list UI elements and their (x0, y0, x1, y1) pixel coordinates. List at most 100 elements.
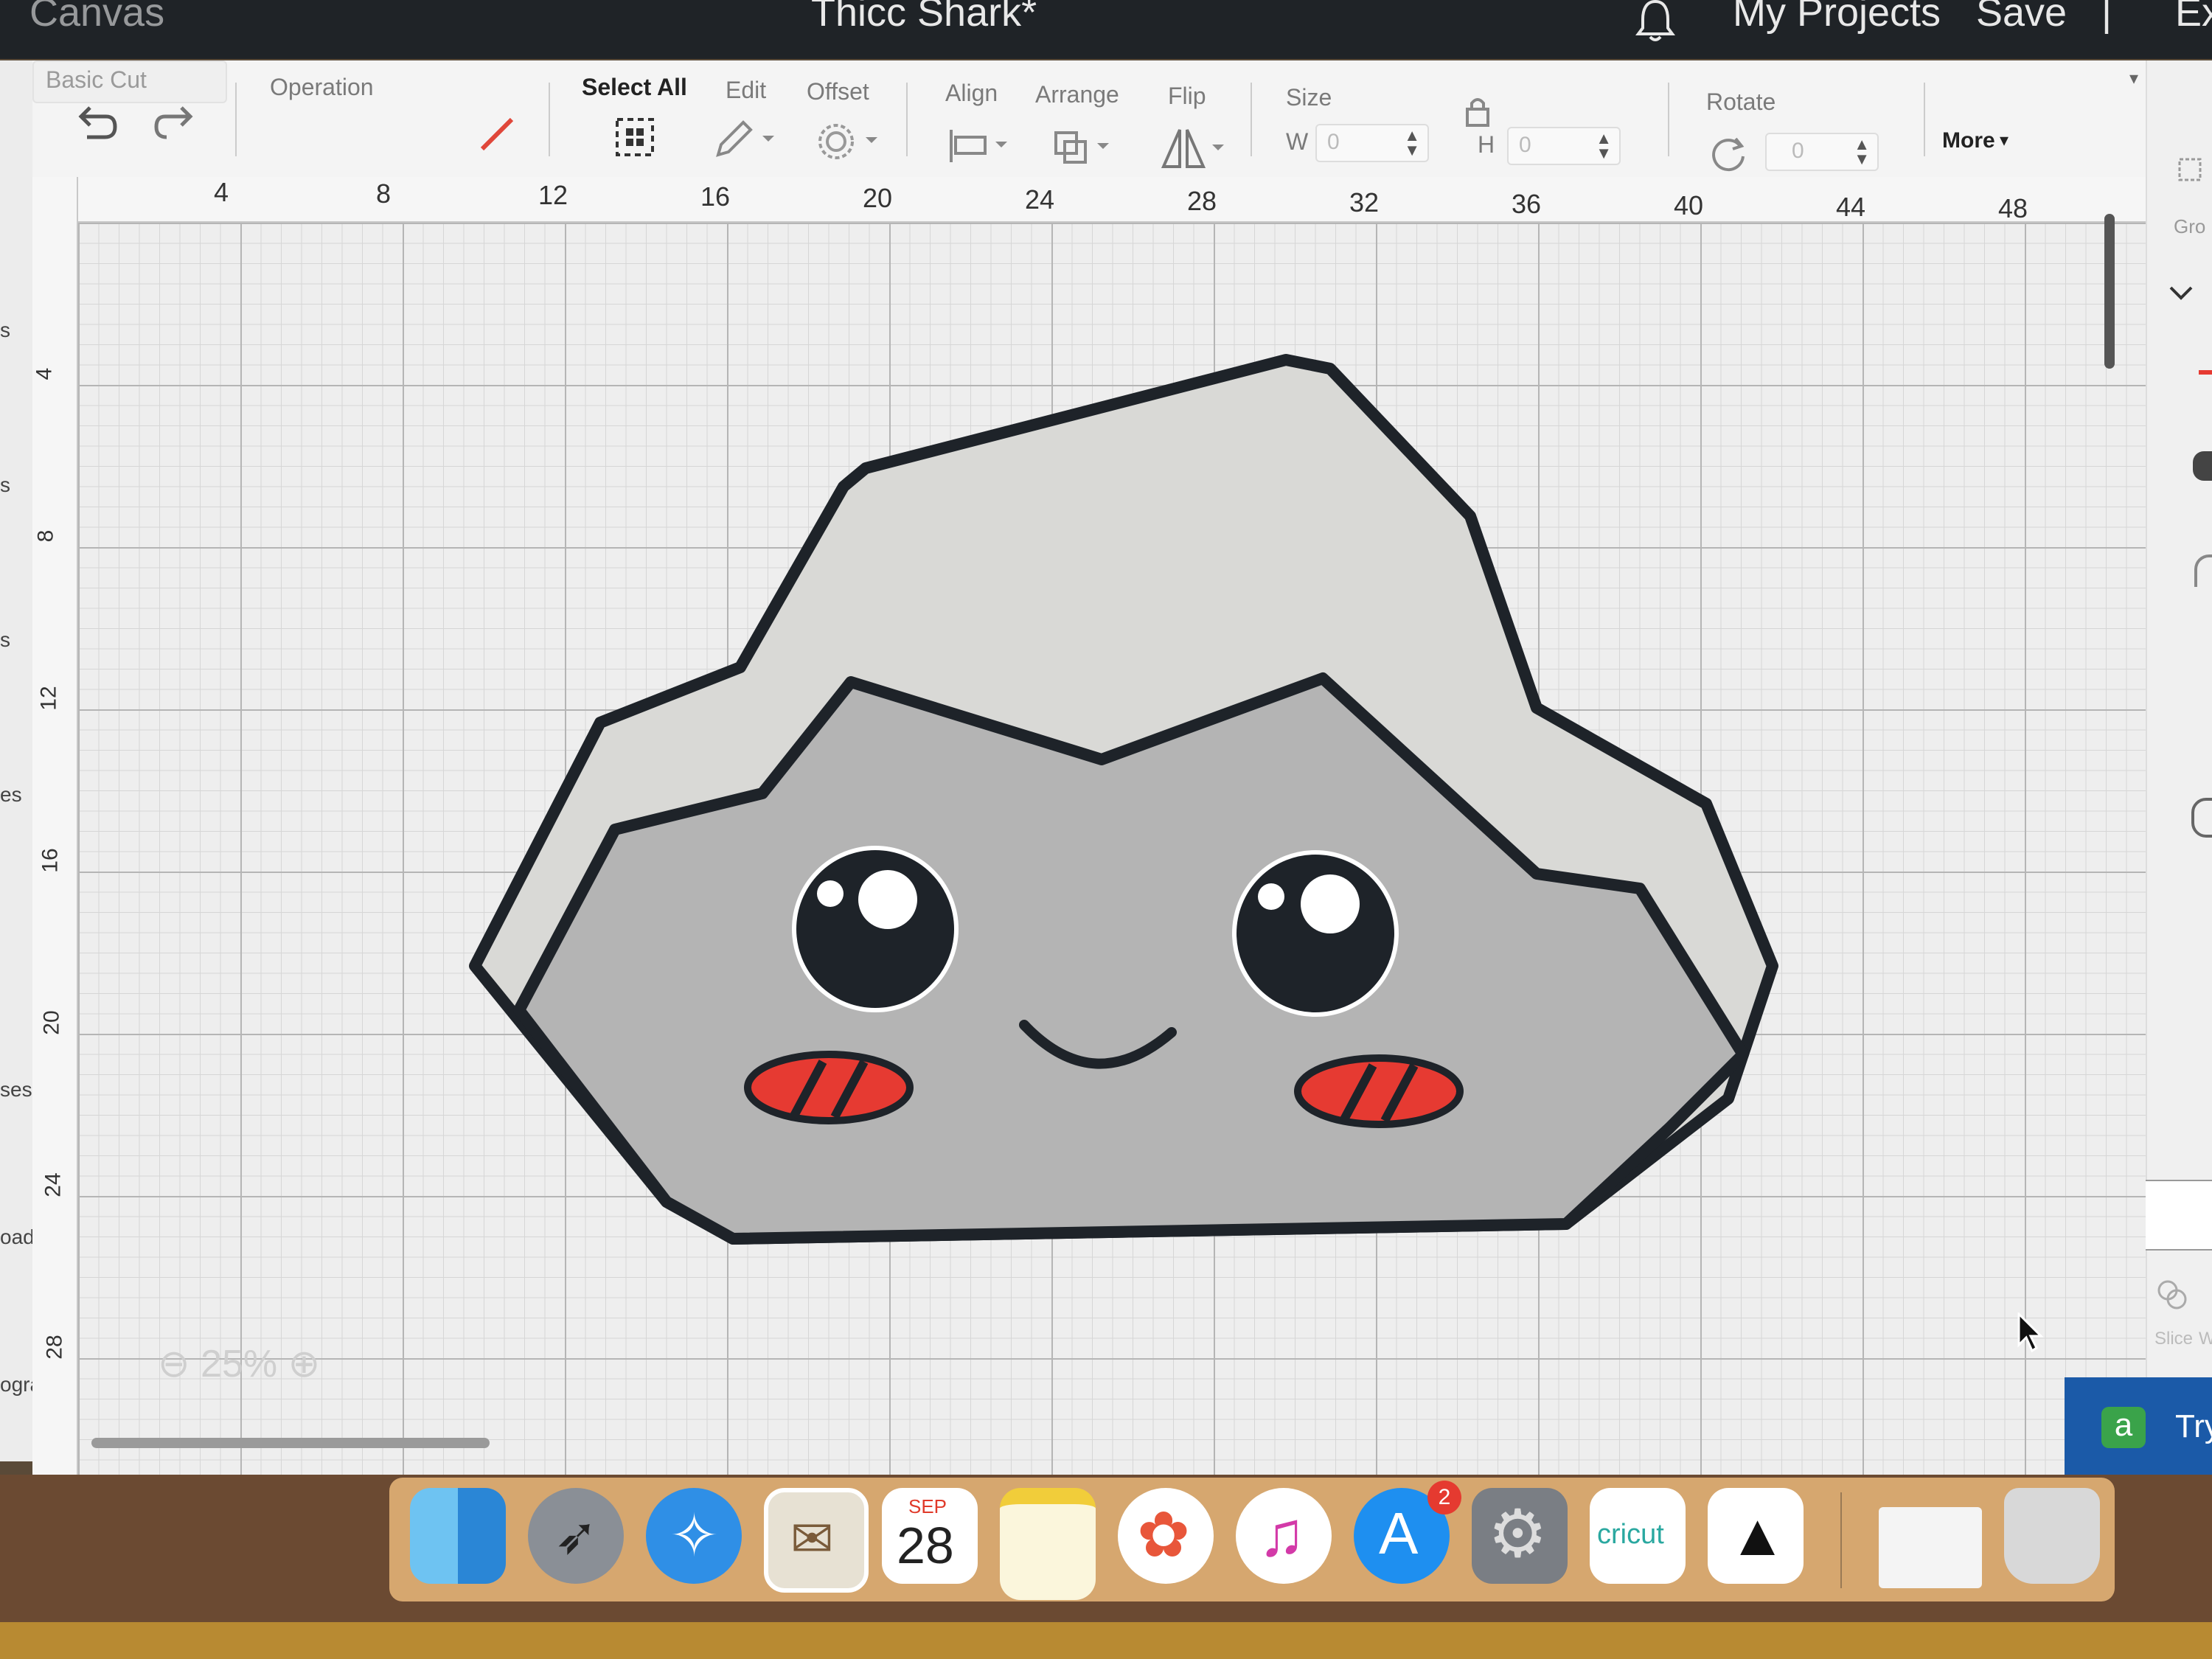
flip-label: Flip (1168, 83, 1206, 109)
group-icon[interactable] (2177, 156, 2206, 186)
finder-icon[interactable] (410, 1488, 506, 1584)
laptop-bezel (0, 1622, 2212, 1659)
launchpad-icon[interactable]: ➶ (528, 1488, 624, 1584)
sidebar-label[interactable]: ses (0, 1078, 32, 1102)
sidebar-label[interactable]: s (0, 319, 10, 342)
dock-divider (1840, 1492, 1842, 1588)
downloads-stack-icon[interactable] (1879, 1507, 1982, 1588)
chevron-down-icon[interactable] (2166, 282, 2196, 304)
chevron-down-icon: ▾ (2000, 131, 2009, 150)
photos-icon[interactable]: ✿ (1118, 1488, 1214, 1584)
chevron-down-icon: ▾ (2129, 69, 2138, 88)
left-cheek (744, 1051, 914, 1124)
calendar-month: SEP (908, 1495, 947, 1517)
sidebar-label[interactable]: s (0, 473, 10, 497)
trash-icon[interactable] (2004, 1488, 2100, 1584)
stepper-icon[interactable]: ▲ ▼ (1404, 128, 1420, 159)
edit-label: Edit (726, 77, 767, 103)
design-canvas[interactable]: 0 4 8 12 16 20 24 28 32 36 40 44 48 4 8 … (32, 177, 2146, 1475)
dock: ➶ ✧ ✉ SEP 28 ✿ ♫ A 2 ⚙ cricut ▲ (389, 1478, 2115, 1601)
operation-label: Operation (270, 74, 374, 100)
layer-color-swatch (2199, 370, 2212, 375)
redo-icon[interactable] (150, 97, 202, 149)
arrange-label: Arrange (1035, 81, 1119, 108)
sidebar-label[interactable]: oad (0, 1225, 35, 1249)
notes-icon[interactable] (1000, 1488, 1096, 1600)
app-name: Canvas (29, 0, 165, 35)
lock-icon[interactable] (1463, 93, 1492, 130)
offset-icon[interactable] (814, 119, 895, 164)
notification-badge: 2 (1427, 1481, 1461, 1514)
document-title: Thicc Shark* (811, 0, 1037, 35)
toolbar-divider (1924, 83, 1925, 156)
system-preferences-icon[interactable]: ⚙ (1472, 1488, 1568, 1584)
left-eye (792, 846, 959, 1012)
width-value: 0 (1327, 130, 1340, 154)
mouse-cursor-icon (2017, 1312, 2044, 1353)
layer-thumbnail[interactable] (2194, 554, 2212, 587)
toolbar-divider (906, 83, 908, 156)
exit-link[interactable]: Ex (2175, 0, 2212, 35)
mail-stamp-icon[interactable]: ✉ (764, 1488, 869, 1593)
rotate-icon[interactable] (1706, 131, 1750, 175)
vertical-scrollbar[interactable] (2104, 214, 2115, 369)
toolbar-divider (549, 83, 550, 156)
sidebar-label[interactable]: s (0, 628, 10, 652)
select-all-label[interactable]: Select All (582, 74, 687, 101)
top-bar: Canvas Thicc Shark* My Projects Save | E… (0, 0, 2212, 59)
trial-text: Try (2175, 1408, 2212, 1444)
layer-thumbnail[interactable] (2191, 798, 2212, 838)
slice-icon[interactable] (2154, 1277, 2191, 1314)
rotate-value: 0 (1792, 139, 1804, 163)
zoom-level: 25% (201, 1343, 278, 1385)
left-sidebar: s s s es ses oad ogram (0, 60, 58, 1461)
app-store-icon[interactable]: A 2 (1354, 1481, 1461, 1584)
sidebar-label[interactable]: es (0, 783, 22, 807)
flip-icon[interactable] (1158, 125, 1239, 173)
calendar-icon[interactable]: SEP 28 (882, 1488, 978, 1584)
zoom-control[interactable]: ⊖ 25% ⊕ (158, 1342, 320, 1386)
edit-toolbar: Operation Basic Cut ▾ Select All Edit Of… (32, 60, 2149, 178)
align-icon[interactable] (944, 124, 1025, 168)
toolbar-divider (1251, 83, 1252, 156)
arrange-icon[interactable] (1050, 125, 1131, 170)
horizontal-scrollbar[interactable] (91, 1438, 490, 1448)
safari-icon[interactable]: ✧ (646, 1488, 742, 1584)
layer-thumbnail[interactable] (2193, 451, 2212, 481)
offset-label: Offset (807, 78, 869, 105)
height-label: H (1478, 131, 1495, 158)
right-cheek (1294, 1054, 1464, 1128)
nav-separator: | (2101, 0, 2112, 35)
cricut-design-space-icon[interactable]: cricut (1590, 1488, 1686, 1584)
stepper-icon[interactable]: ▲ ▼ (1854, 136, 1870, 167)
stepper-icon[interactable]: ▲ ▼ (1596, 131, 1612, 161)
inkscape-icon[interactable]: ▲ (1708, 1488, 1804, 1584)
bell-icon[interactable] (1630, 0, 1681, 47)
select-all-icon[interactable] (611, 114, 658, 161)
slice-label[interactable]: Slice (2154, 1329, 2193, 1349)
edit-pencil-icon[interactable] (711, 118, 785, 162)
access-logo: a (2101, 1407, 2146, 1448)
undo-icon[interactable] (69, 97, 121, 149)
width-label: W (1286, 128, 1309, 155)
size-label: Size (1286, 84, 1332, 111)
linetype-color-swatch[interactable] (475, 112, 519, 156)
group-label[interactable]: Gro (2174, 215, 2205, 238)
cricut-wordmark: cricut (1597, 1519, 1664, 1550)
itunes-icon[interactable]: ♫ (1236, 1488, 1332, 1584)
width-input[interactable]: 0 ▲ ▼ (1315, 124, 1429, 162)
save-button[interactable]: Save (1976, 0, 2067, 35)
more-menu[interactable]: More (1942, 128, 1995, 153)
height-value: 0 (1519, 133, 1531, 157)
zoom-out-icon[interactable]: ⊖ (158, 1343, 190, 1385)
height-input[interactable]: 0 ▲ ▼ (1507, 127, 1621, 165)
calendar-day: 28 (897, 1517, 954, 1574)
right-eye (1232, 850, 1399, 1017)
zoom-in-icon[interactable]: ⊕ (288, 1343, 321, 1385)
rock-character-design[interactable] (32, 177, 2146, 1475)
my-projects-link[interactable]: My Projects (1733, 0, 1941, 35)
trial-banner[interactable]: a Try (2065, 1377, 2212, 1475)
weld-label[interactable]: W (2199, 1329, 2212, 1349)
rotate-input[interactable]: 0 ▲ ▼ (1765, 133, 1879, 171)
layers-panel: Gro Slice W (2131, 60, 2212, 1461)
